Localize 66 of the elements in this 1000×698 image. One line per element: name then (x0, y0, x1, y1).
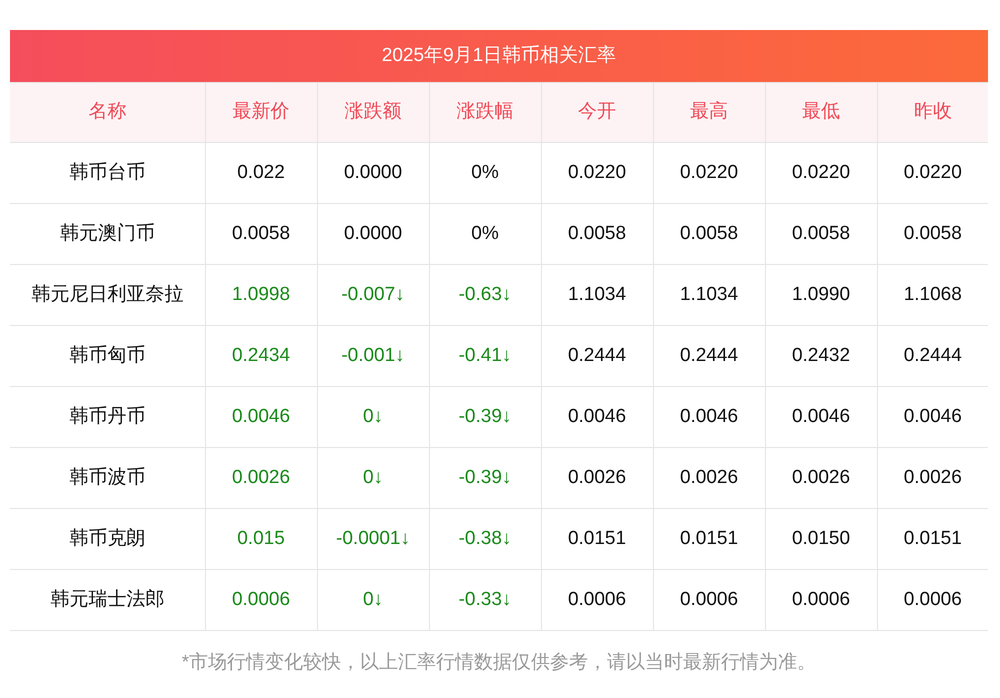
column-header: 名称 (10, 82, 205, 142)
table-cell: 0.2444 (653, 326, 765, 386)
table-cell: 0.0058 (541, 204, 653, 264)
table-cell: 0.0046 (541, 386, 653, 448)
column-header: 涨跌幅 (429, 82, 541, 142)
table-cell: 0.0058 (765, 204, 877, 264)
table-cell: 0.0150 (765, 508, 877, 570)
column-header: 昨收 (877, 82, 988, 142)
table-cell: 0↓ (317, 570, 429, 630)
table-cell: -0.39↓ (429, 386, 541, 448)
column-header: 今开 (541, 82, 653, 142)
table-cell: -0.39↓ (429, 448, 541, 508)
table-cell: 0.0046 (653, 386, 765, 448)
table-cell: -0.41↓ (429, 326, 541, 386)
table-cell: -0.001↓ (317, 326, 429, 386)
table-title: 2025年9月1日韩币相关汇率 (10, 30, 988, 82)
table-cell: 0.0000 (317, 204, 429, 264)
table-cell: 1.0998 (205, 264, 317, 326)
table-cell: 0.2444 (541, 326, 653, 386)
table-cell: 0.0000 (317, 142, 429, 204)
table-cell: 0.0006 (653, 570, 765, 630)
table-cell: 0.0026 (541, 448, 653, 508)
table-cell: 0.0058 (653, 204, 765, 264)
table-cell: 0.0046 (765, 386, 877, 448)
currency-pair-cell: 韩元尼日利亚奈拉 (10, 264, 205, 326)
table-cell: 0.0046 (205, 386, 317, 448)
currency-pair-cell: 韩元澳门币 (10, 204, 205, 264)
currency-pair-cell: 韩币丹币 (10, 386, 205, 448)
table-cell: 0% (429, 142, 541, 204)
table-cell: 0% (429, 204, 541, 264)
footnote: *市场行情变化较快，以上汇率行情数据仅供参考，请以当时最新行情为准。 (180, 651, 818, 675)
table-cell: -0.0001↓ (317, 508, 429, 570)
table-cell: 0.0151 (541, 508, 653, 570)
table-cell: 0↓ (317, 386, 429, 448)
table-cell: -0.007↓ (317, 264, 429, 326)
table-cell: 1.0990 (765, 264, 877, 326)
table-cell: 0.0220 (765, 142, 877, 204)
table-cell: 0.0006 (205, 570, 317, 630)
table-cell: -0.63↓ (429, 264, 541, 326)
table-cell: 0.0220 (541, 142, 653, 204)
currency-pair-cell: 韩币匈币 (10, 326, 205, 386)
table-cell: 0.0026 (653, 448, 765, 508)
column-header: 最低 (765, 82, 877, 142)
table-cell: 0.2434 (205, 326, 317, 386)
table-cell: 0.022 (205, 142, 317, 204)
table-cell: -0.33↓ (429, 570, 541, 630)
table-cell: 0.0220 (653, 142, 765, 204)
table-cell: 0.0006 (541, 570, 653, 630)
table-cell: 0.0026 (205, 448, 317, 508)
table-cell: -0.38↓ (429, 508, 541, 570)
table-cell: 1.1034 (653, 264, 765, 326)
table-cell: 0.0026 (765, 448, 877, 508)
table-cell: 0↓ (317, 448, 429, 508)
currency-pair-cell: 韩币克朗 (10, 508, 205, 570)
currency-pair-cell: 韩币台币 (10, 142, 205, 204)
table-cell: 0.2432 (765, 326, 877, 386)
column-header: 最新价 (205, 82, 317, 142)
table-cell: 0.0151 (653, 508, 765, 570)
column-header: 最高 (653, 82, 765, 142)
table-cell: 0.0058 (205, 204, 317, 264)
table-cell: 1.1034 (541, 264, 653, 326)
column-header: 涨跌额 (317, 82, 429, 142)
currency-pair-cell: 韩币波币 (10, 448, 205, 508)
currency-pair-cell: 韩元瑞士法郎 (10, 570, 205, 630)
table-cell: 0.0006 (765, 570, 877, 630)
table-cell: 0.015 (205, 508, 317, 570)
